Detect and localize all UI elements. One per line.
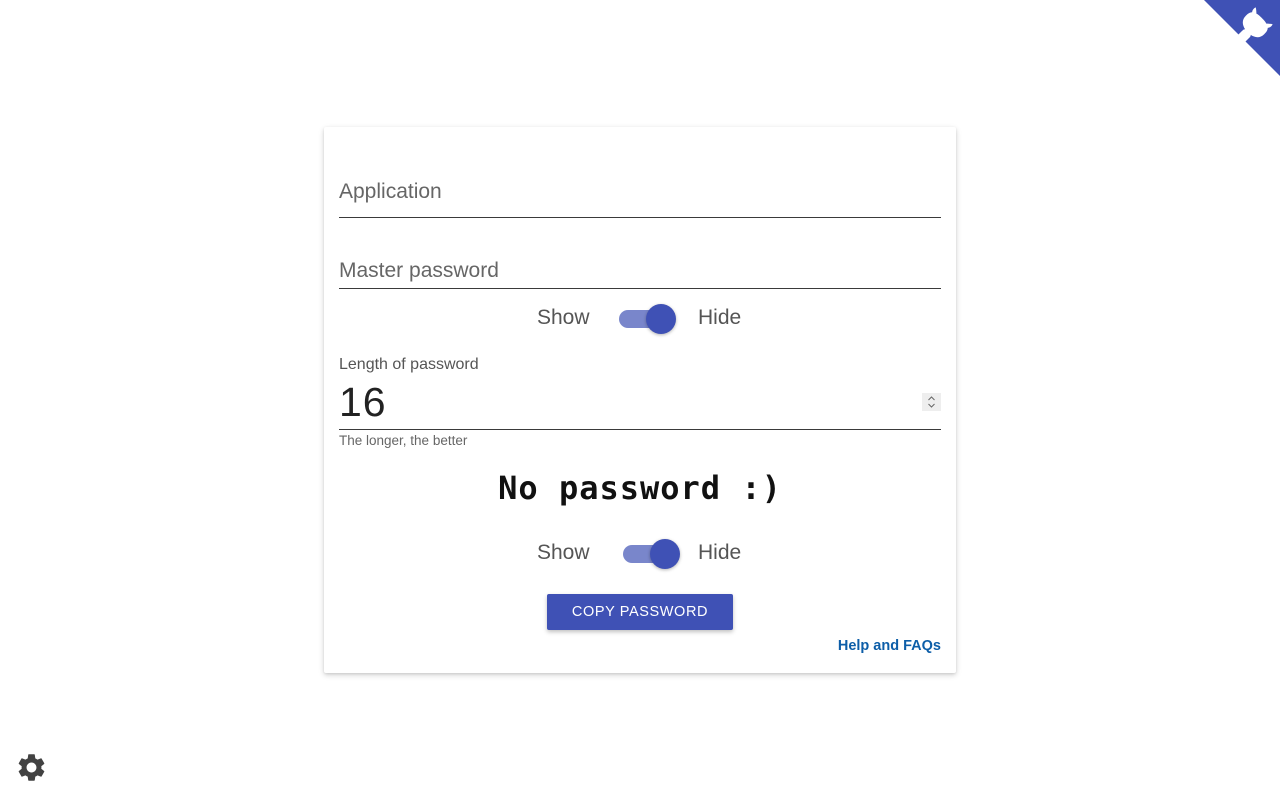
help-faqs-link[interactable]: Help and FAQs <box>838 638 941 654</box>
hide-label: Hide <box>698 541 742 564</box>
password-visibility-switch[interactable] <box>623 539 681 569</box>
length-field <box>339 379 941 430</box>
master-password-field <box>339 258 941 289</box>
length-input[interactable] <box>339 379 899 425</box>
number-stepper-icon <box>928 396 935 408</box>
switch-thumb <box>646 304 676 334</box>
github-corner-icon <box>1204 0 1280 76</box>
settings-button[interactable] <box>15 751 48 784</box>
length-stepper[interactable] <box>922 393 941 411</box>
show-label: Show <box>537 306 590 329</box>
master-password-visibility-switch[interactable] <box>619 304 677 334</box>
password-generator-card: Show Hide Length of password The longer,… <box>324 127 956 673</box>
hide-label: Hide <box>698 306 742 329</box>
page: Show Hide Length of password The longer,… <box>0 0 1280 800</box>
master-password-input[interactable] <box>339 258 941 284</box>
switch-thumb <box>650 539 680 569</box>
gear-icon <box>18 754 45 781</box>
application-input[interactable] <box>339 179 941 205</box>
github-corner-link[interactable] <box>1204 0 1280 76</box>
copy-password-button[interactable]: COPY PASSWORD <box>547 594 733 630</box>
length-hint: The longer, the better <box>339 433 468 448</box>
length-label: Length of password <box>339 356 479 373</box>
generated-password-output: No password :) <box>498 469 782 507</box>
application-field <box>339 179 941 218</box>
show-label: Show <box>537 541 590 564</box>
password-visibility-toggle-row: Show Hide <box>324 538 956 569</box>
master-password-visibility-toggle-row: Show Hide <box>324 303 956 334</box>
